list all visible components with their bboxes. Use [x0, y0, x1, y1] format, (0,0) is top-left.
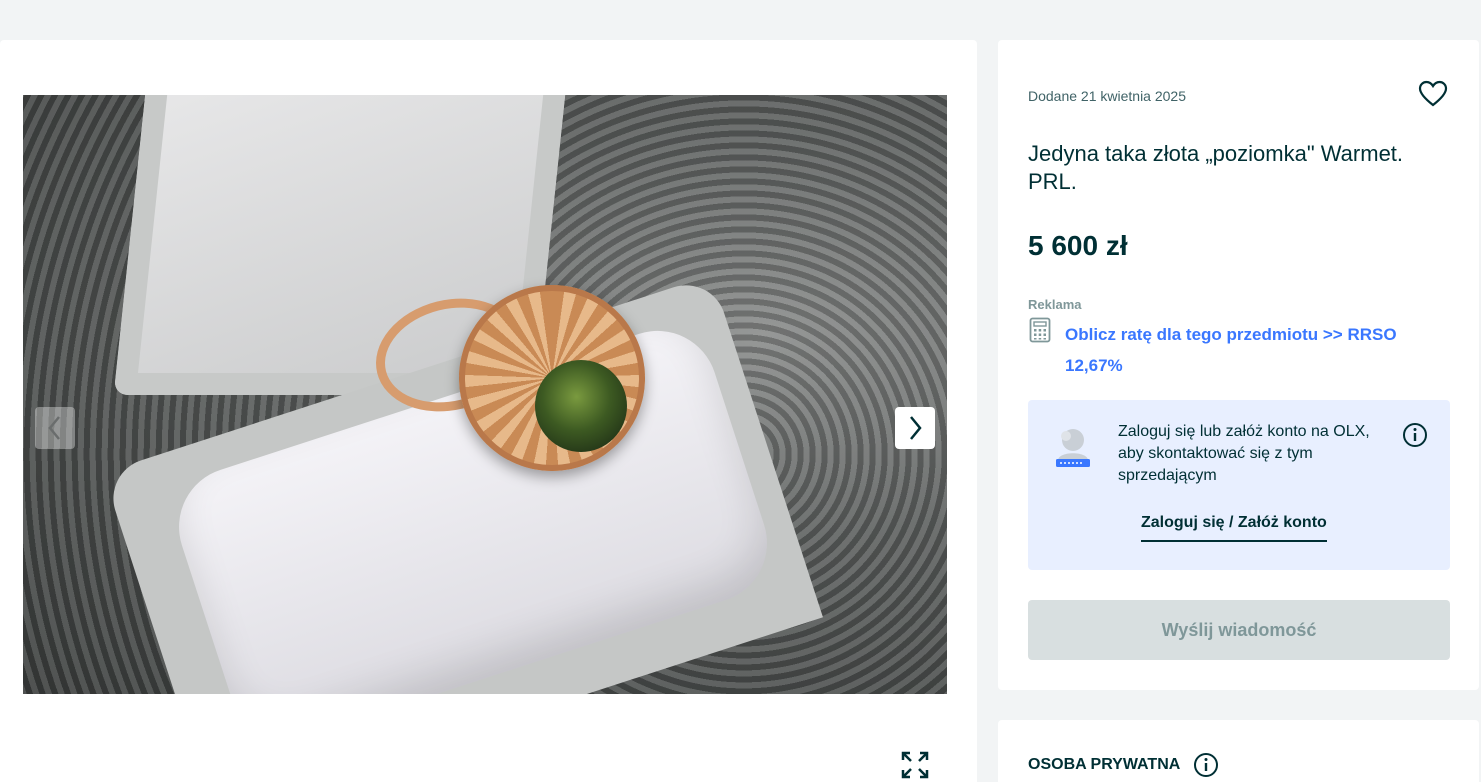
- chevron-left-icon: [48, 416, 60, 440]
- listing-title: Jedyna taka złota „poziomka" Warmet. PRL…: [1028, 141, 1404, 194]
- calculator-icon: [1029, 317, 1051, 343]
- added-date: Dodane 21 kwietnia 2025: [1028, 88, 1187, 104]
- info-icon[interactable]: [1402, 422, 1428, 448]
- favorite-button[interactable]: [1418, 80, 1452, 112]
- heart-icon: [1418, 80, 1448, 107]
- gallery-next-button[interactable]: [895, 407, 935, 449]
- expand-icon: [901, 751, 929, 779]
- seller-card: OSOBA PRYWATNA: [998, 720, 1479, 782]
- photo-ring-stone: [535, 360, 627, 452]
- listing-photo[interactable]: [23, 95, 947, 694]
- login-prompt-text: Zaloguj się lub załóż konto na OLX, aby …: [1118, 423, 1370, 484]
- seller-type-label: OSOBA PRYWATNA: [1028, 756, 1181, 773]
- listing-info-card: Dodane 21 kwietnia 2025 Jedyna taka złot…: [998, 40, 1479, 690]
- fullscreen-button[interactable]: [895, 745, 935, 782]
- ad-label: Reklama: [1028, 297, 1082, 312]
- login-register-link[interactable]: Zaloguj się / Załóż konto: [1141, 514, 1327, 542]
- send-message-button[interactable]: Wyślij wiadomość: [1028, 600, 1450, 660]
- installment-calculator-link[interactable]: Oblicz ratę dla tego przedmiotu >> RRSO …: [1065, 319, 1435, 381]
- gallery-prev-button[interactable]: [35, 407, 75, 449]
- listing-price: 5 600 zł: [1028, 230, 1128, 261]
- user-login-illustration-icon: [1056, 429, 1090, 467]
- chevron-right-icon: [910, 416, 922, 440]
- info-icon[interactable]: [1193, 752, 1219, 778]
- login-prompt-box: Zaloguj się lub załóż konto na OLX, aby …: [1028, 400, 1450, 570]
